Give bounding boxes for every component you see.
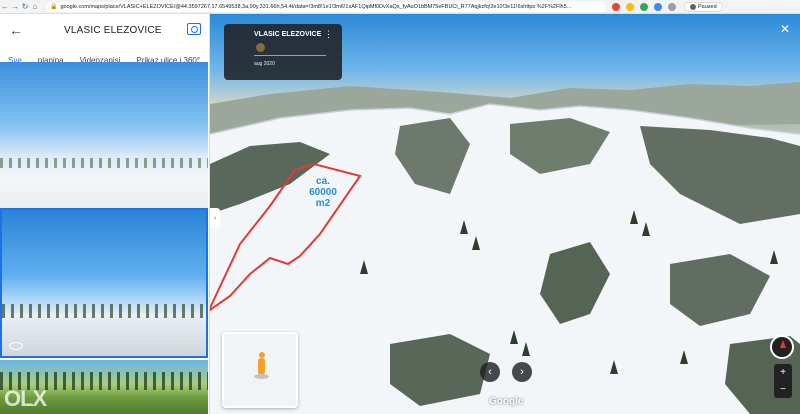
back-arrow-icon[interactable]: ← [0, 2, 10, 11]
profile-label: Paused [698, 3, 717, 10]
street-view-panorama[interactable]: ca. 60000 m2 VLASIC ELEZOVICE ⋮ aug 2020… [210, 14, 800, 414]
reload-icon[interactable]: ↻ [20, 2, 30, 11]
extension-icon[interactable] [612, 2, 620, 11]
place-info-card: VLASIC ELEZOVICE ⋮ aug 2020 [224, 24, 342, 80]
back-arrow-icon[interactable]: ← [9, 22, 23, 38]
avatar[interactable] [256, 43, 265, 52]
google-logo: Google [489, 396, 524, 407]
capture-date: aug 2020 [254, 61, 275, 67]
watermark-logo: OLX [4, 386, 47, 411]
lock-icon: 🔒 [50, 4, 58, 10]
previous-button[interactable]: ‹ [480, 362, 500, 382]
forward-arrow-icon[interactable]: → [10, 2, 20, 11]
browser-toolbar: ← → ↻ ⌂ 🔒 google.com/maps/place/VLASIC+E… [0, 0, 800, 14]
annotation-line: ca. [316, 176, 330, 187]
photo-thumbnail[interactable]: OLX [0, 360, 208, 414]
extension-icon[interactable] [626, 2, 634, 11]
panorama-icon [9, 342, 23, 350]
profile-button[interactable]: Paused [684, 1, 723, 12]
treeline [2, 304, 206, 318]
address-bar[interactable]: 🔒 google.com/maps/place/VLASIC+ELEZOVICE… [46, 1, 606, 12]
photo-thumbnail-selected[interactable] [0, 208, 208, 358]
chevron-left-icon: ‹ [488, 366, 492, 378]
more-options-icon[interactable]: ⋮ [324, 29, 333, 40]
zoom-out-icon[interactable]: − [780, 384, 786, 395]
photo-thumbnail[interactable] [0, 62, 208, 220]
extension-icon[interactable] [640, 2, 648, 11]
avatar [690, 3, 696, 10]
next-button[interactable]: › [512, 362, 532, 382]
collapse-panel-button[interactable]: ‹ [210, 208, 220, 228]
add-photo-icon[interactable] [187, 23, 201, 35]
pegman-shadow [254, 374, 269, 379]
zoom-in-icon[interactable]: + [780, 367, 786, 378]
chevron-right-icon: › [520, 366, 524, 378]
place-name[interactable]: VLASIC ELEZOVICE [254, 31, 321, 38]
home-icon[interactable]: ⌂ [30, 2, 40, 11]
extension-icon[interactable] [654, 2, 662, 11]
url-text: google.com/maps/place/VLASIC+ELEZOVICE/@… [60, 3, 572, 10]
close-icon[interactable]: ✕ [780, 22, 790, 36]
extension-icon[interactable] [668, 2, 676, 11]
compass-icon[interactable] [770, 335, 794, 359]
area-annotation: ca. 60000 m2 [293, 176, 353, 209]
sidebar-title: VLASIC ELEZOVICE [64, 25, 162, 36]
pegman-icon[interactable] [258, 352, 265, 374]
annotation-line: m2 [315, 198, 331, 209]
chevron-left-icon: ‹ [213, 214, 217, 222]
zoom-control: + − [774, 364, 792, 398]
photos-sidebar: ← VLASIC ELEZOVICE Sve planina Videozapi… [0, 14, 210, 414]
minimap[interactable] [222, 332, 298, 408]
annotation-line: 60000 [309, 187, 337, 198]
divider [254, 55, 326, 56]
treeline [0, 158, 208, 168]
